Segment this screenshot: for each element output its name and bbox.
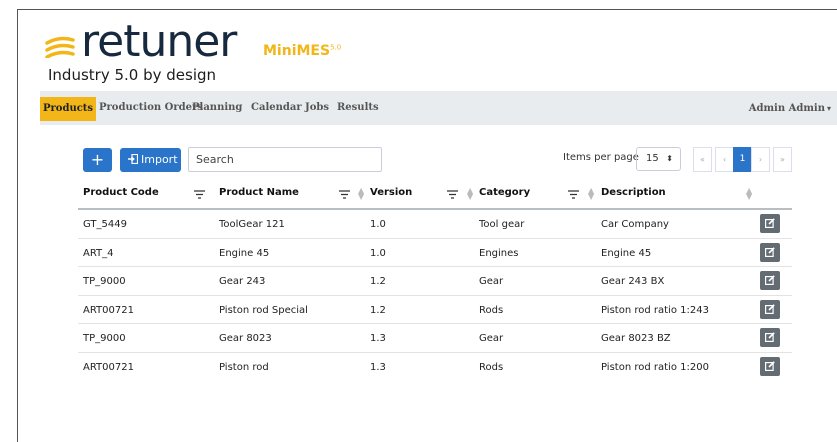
- filter-icon[interactable]: [194, 190, 205, 199]
- edit-icon: [765, 303, 775, 314]
- page-last-button[interactable]: »: [773, 147, 792, 172]
- column-header-version[interactable]: Version: [370, 187, 412, 198]
- import-label: Import: [141, 153, 178, 166]
- items-per-page-value: 15: [646, 153, 659, 164]
- cell-product-code: ART00721: [83, 361, 134, 373]
- column-header-description[interactable]: Description: [601, 187, 666, 198]
- filter-icon[interactable]: [339, 190, 350, 199]
- edit-button[interactable]: [760, 242, 780, 262]
- import-icon: [128, 154, 138, 164]
- brand-name: retuner: [81, 16, 237, 67]
- cell-category: Engines: [479, 247, 519, 259]
- logo-mark-icon: [45, 36, 75, 58]
- products-table: Product Code Product Name ▲ ▼ Version ▲ ▼ …: [78, 180, 792, 381]
- cell-description: Engine 45: [601, 247, 652, 259]
- column-header-product-code[interactable]: Product Code: [83, 187, 159, 198]
- cell-product-code: ART_4: [83, 247, 114, 259]
- page-current-button[interactable]: 1: [733, 147, 752, 172]
- cell-category: Rods: [479, 304, 504, 316]
- cell-version: 1.0: [370, 247, 386, 259]
- sort-icon[interactable]: ▲ ▼: [358, 187, 364, 201]
- edit-button[interactable]: [760, 356, 780, 376]
- edit-icon: [765, 332, 775, 342]
- nav-item-products[interactable]: Products: [40, 97, 97, 121]
- cell-product-code: TP_9000: [83, 276, 126, 287]
- table-row: ART00721 Piston rod Special 1.2 Rods Pis…: [78, 296, 792, 324]
- product-name: MiniMES5.0: [263, 43, 342, 59]
- add-product-button[interactable]: +: [83, 148, 112, 172]
- cell-description: Gear 243 BX: [601, 276, 665, 287]
- table-row: ART_4 Engine 45 1.0 Engines Engine 45: [78, 239, 792, 267]
- edit-button[interactable]: [760, 214, 780, 233]
- cell-product-name: Piston rod: [219, 361, 269, 373]
- cell-category: Rods: [479, 361, 504, 373]
- cell-version: 1.0: [370, 219, 386, 230]
- filter-icon[interactable]: [568, 190, 579, 199]
- nav-item-production-orders[interactable]: Production Orders: [99, 93, 203, 123]
- cell-version: 1.3: [370, 333, 386, 344]
- items-per-page-select[interactable]: 15 ⬍: [636, 147, 681, 171]
- search-input[interactable]: [188, 147, 382, 172]
- cell-product-code: ART00721: [83, 304, 134, 316]
- cell-product-name: Gear 8023: [219, 333, 272, 344]
- edit-button[interactable]: [760, 299, 780, 319]
- cell-product-name: ToolGear 121: [219, 219, 285, 230]
- edit-button[interactable]: [760, 328, 780, 347]
- nav-item-planning[interactable]: Planning: [192, 93, 242, 123]
- edit-icon: [765, 246, 775, 257]
- table-row: GT_5449 ToolGear 121 1.0 Tool gear Car C…: [78, 210, 792, 239]
- column-header-product-name[interactable]: Product Name: [219, 187, 299, 198]
- caret-down-icon: ▾: [826, 103, 831, 113]
- user-menu[interactable]: Admin Admin ▾: [749, 91, 831, 125]
- cell-version: 1.2: [370, 276, 386, 287]
- sort-icon[interactable]: ▲ ▼: [467, 187, 473, 201]
- table-row: TP_9000 Gear 8023 1.3 Gear Gear 8023 BZ: [78, 324, 792, 353]
- cell-category: Gear: [479, 333, 504, 344]
- user-name: Admin Admin: [748, 103, 825, 114]
- cell-version: 1.2: [370, 304, 386, 316]
- nav-item-calendar[interactable]: Calendar: [251, 93, 302, 123]
- page-next-button[interactable]: ›: [751, 147, 770, 172]
- table-row: ART00721 Piston rod 1.3 Rods Piston rod …: [78, 353, 792, 382]
- pagination: « ‹ 1 › »: [693, 147, 792, 172]
- cell-product-code: GT_5449: [83, 219, 127, 230]
- nav-item-results[interactable]: Results: [337, 93, 379, 123]
- import-button[interactable]: Import: [120, 148, 181, 172]
- filter-icon[interactable]: [447, 190, 458, 199]
- brand-tagline: Industry 5.0 by design: [48, 66, 217, 84]
- sort-icon[interactable]: ▲ ▼: [746, 187, 752, 201]
- table-header: Product Code Product Name ▲ ▼ Version ▲ ▼ …: [78, 180, 792, 210]
- edit-icon: [765, 275, 775, 285]
- cell-description: Piston rod ratio 1:200: [601, 361, 709, 373]
- table-row: TP_9000 Gear 243 1.2 Gear Gear 243 BX: [78, 267, 792, 296]
- main-navbar: Products Production Orders Planning Cale…: [40, 91, 837, 125]
- items-per-page-label: Items per page: [563, 152, 639, 163]
- cell-description: Gear 8023 BZ: [601, 333, 671, 344]
- cell-version: 1.3: [370, 361, 386, 373]
- column-header-category[interactable]: Category: [479, 187, 530, 198]
- cell-description: Car Company: [601, 219, 669, 230]
- cell-product-name: Piston rod Special: [219, 304, 308, 316]
- page-first-button[interactable]: «: [693, 147, 712, 172]
- cell-category: Tool gear: [479, 219, 525, 230]
- cell-description: Piston rod ratio 1:243: [601, 304, 709, 316]
- edit-icon: [765, 360, 775, 371]
- select-chevron-icon: ⬍: [666, 154, 673, 163]
- cell-product-name: Gear 243: [219, 276, 266, 287]
- edit-icon: [765, 218, 775, 228]
- cell-category: Gear: [479, 276, 504, 287]
- cell-product-code: TP_9000: [83, 333, 126, 344]
- cell-product-name: Engine 45: [219, 247, 270, 259]
- nav-item-jobs[interactable]: Jobs: [305, 93, 329, 123]
- edit-button[interactable]: [760, 271, 780, 290]
- page-prev-button[interactable]: ‹: [715, 147, 734, 172]
- sort-icon[interactable]: ▲ ▼: [588, 187, 594, 201]
